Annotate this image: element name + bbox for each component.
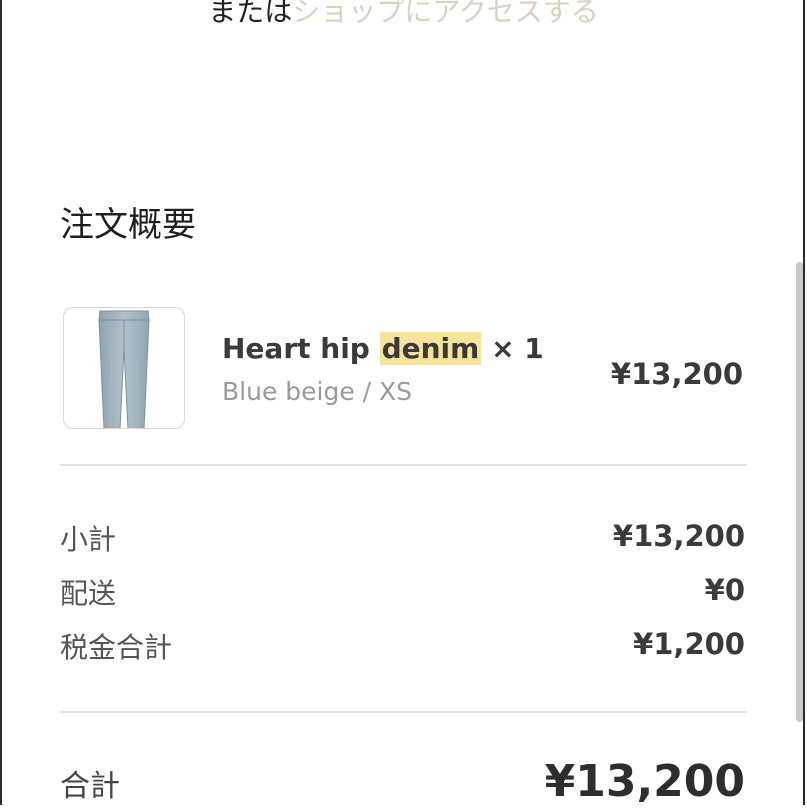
product-name: Heart hip denim × 1 [222, 329, 544, 369]
shipping-value: ¥0 [704, 573, 745, 607]
visit-shop-link[interactable]: ショップにアクセスする [292, 0, 599, 28]
scrollbar[interactable] [796, 262, 803, 722]
product-price: ¥13,200 [610, 357, 743, 391]
shipping-label: 配送 [60, 577, 117, 610]
product-name-highlight: denim [379, 332, 482, 365]
tax-total-value: ¥1,200 [633, 627, 745, 661]
divider [60, 464, 747, 466]
subtotal-label: 小計 [60, 523, 117, 556]
divider [60, 711, 747, 713]
total-label: 合計 [60, 769, 120, 804]
denim-jeans-icon [98, 310, 150, 428]
alternate-access-line: またはショップにアクセスする [0, 0, 807, 32]
total-value: ¥13,200 [544, 756, 745, 807]
subtotal-value: ¥13,200 [612, 519, 745, 553]
product-variant: Blue beige / XS [222, 377, 413, 406]
product-image [63, 307, 185, 429]
product-name-part: Heart hip [222, 332, 380, 365]
order-summary-title: 注文概要 [60, 205, 196, 245]
or-text: または [208, 0, 293, 28]
tax-total-label: 税金合計 [60, 631, 173, 664]
product-quantity: × 1 [481, 332, 544, 365]
